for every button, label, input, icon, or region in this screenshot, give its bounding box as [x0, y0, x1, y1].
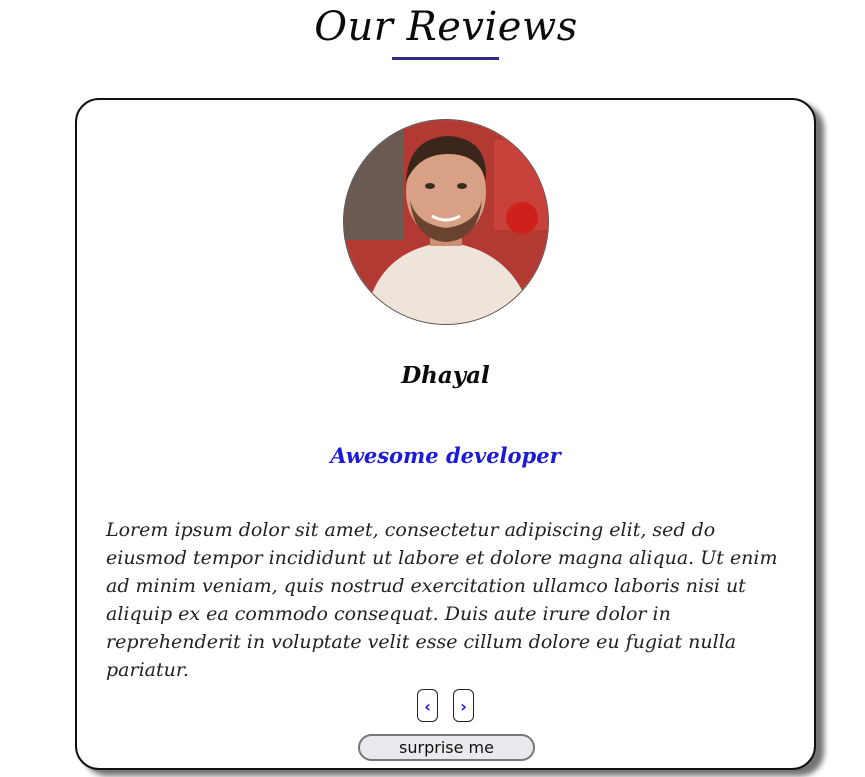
- title-underline: [392, 57, 499, 60]
- next-review-button[interactable]: ›: [453, 689, 474, 722]
- review-text: Lorem ipsum dolor sit amet, consectetur …: [106, 519, 778, 681]
- review-card: Dhayal Awesome developer Lorem ipsum dol…: [75, 98, 816, 770]
- avatar-image: [344, 120, 548, 324]
- reviewer-name: Dhayal: [401, 362, 490, 389]
- prev-review-button[interactable]: ‹: [417, 689, 438, 722]
- reviews-page: Our Reviews Dhayal Awesome developer Lor…: [0, 0, 865, 777]
- page-title: Our Reviews: [314, 4, 578, 50]
- reviewer-role: Awesome developer: [330, 443, 561, 468]
- chevron-right-icon: ›: [460, 697, 467, 716]
- avatar: [343, 119, 549, 325]
- chevron-left-icon: ‹: [424, 697, 431, 716]
- surprise-me-button[interactable]: surprise me: [358, 734, 535, 761]
